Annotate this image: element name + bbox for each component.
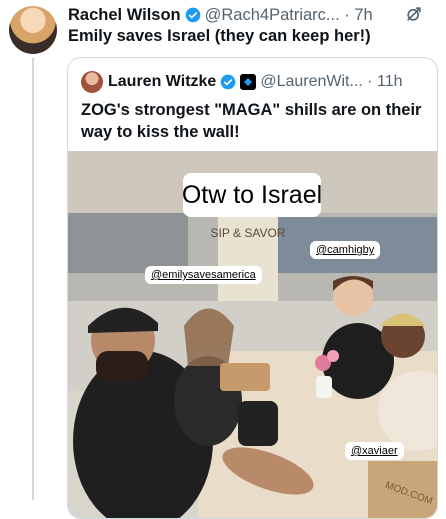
quoted-author-name[interactable]: Lauren Witzke	[108, 73, 216, 91]
verified-badge-icon	[220, 74, 236, 90]
tag-emilysavesamerica: @emilysavesamerica	[145, 266, 262, 284]
author-avatar[interactable]	[9, 6, 57, 54]
tag-camhigby: @camhigby	[310, 241, 381, 259]
store-sign: SIP & SAVOR	[211, 226, 286, 240]
thread-line	[32, 58, 34, 500]
quoted-tweet-card[interactable]: Lauren Witzke @LaurenWit... · 11h ZOG's …	[67, 57, 438, 519]
tweet-header: Rachel Wilson @Rach4Patriarc... · 7h	[68, 4, 438, 26]
quoted-tweet-text: ZOG's strongest "MAGA" shills are on the…	[81, 101, 422, 141]
quoted-tweet-header: Lauren Witzke @LaurenWit... · 11h	[108, 70, 403, 94]
media-caption: Otw to Israel	[182, 173, 322, 217]
author-name[interactable]: Rachel Wilson	[68, 6, 181, 25]
tweet-text: Emily saves Israel (they can keep her!)	[68, 27, 371, 45]
quoted-author-handle-time[interactable]: @LaurenWit... · 11h	[260, 73, 402, 91]
verified-badge-icon	[185, 7, 200, 23]
author-handle-time[interactable]: @Rach4Patriarc... · 7h	[205, 6, 373, 25]
tag-xaviaer: @xaviaer	[345, 442, 404, 460]
grok-icon[interactable]	[404, 4, 424, 24]
affiliate-badge-icon	[240, 74, 257, 90]
quoted-tweet-photo[interactable]: SIP & SAVOR MOD.COM Otw to Israel @emily…	[68, 151, 437, 518]
quoted-author-avatar[interactable]	[81, 71, 103, 93]
